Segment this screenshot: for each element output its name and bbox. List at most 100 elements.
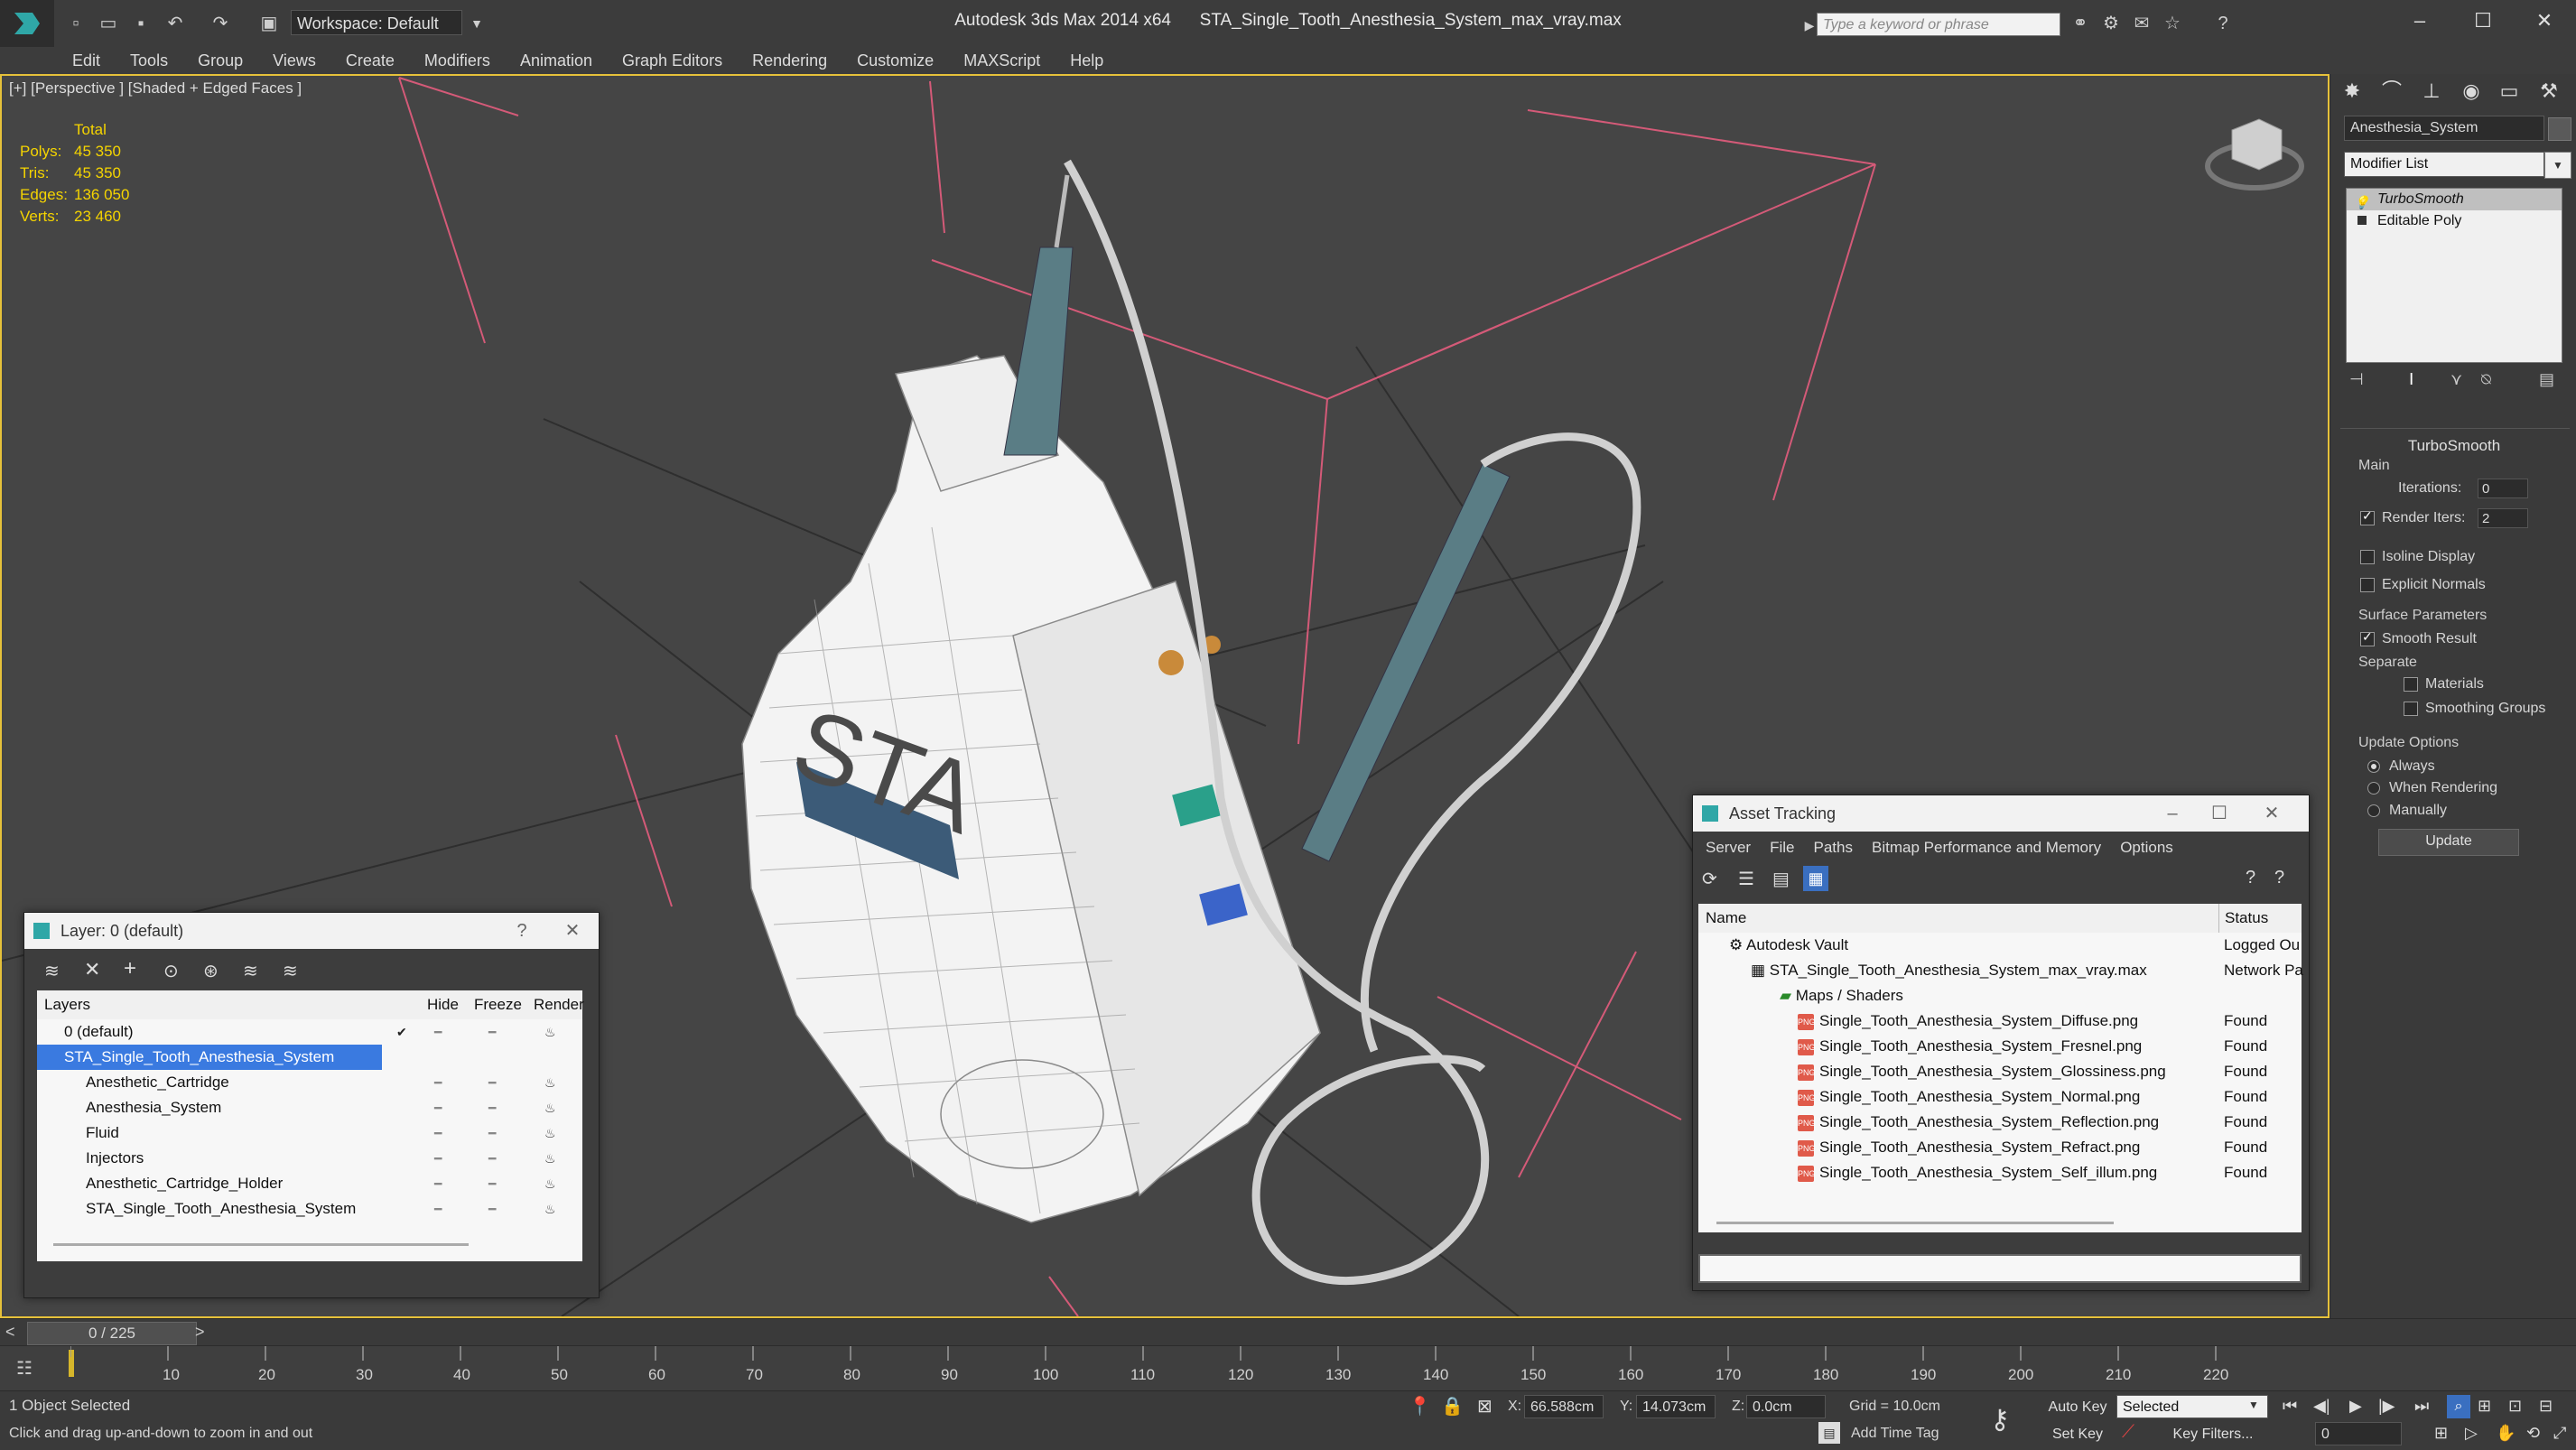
mini-curve-editor-icon[interactable]: ☷: [16, 1357, 33, 1380]
layer-row[interactable]: 0 (default) ✔ ━ ━ ♨: [37, 1019, 582, 1045]
time-config-icon[interactable]: ⊞: [2434, 1424, 2448, 1443]
explicit-normals-checkbox[interactable]: [2360, 577, 2375, 592]
z-coordinate-field[interactable]: 0.0cm: [1746, 1395, 1826, 1418]
smooth-result-checkbox[interactable]: [2360, 629, 2375, 646]
save-file-icon[interactable]: ▪: [128, 11, 153, 36]
asset-row[interactable]: PNG Single_Tooth_Anesthesia_System_Refrac…: [1698, 1135, 2302, 1160]
time-tag-icon[interactable]: ▤: [1818, 1422, 1840, 1444]
active-layer-check-icon[interactable]: ✔: [396, 1019, 407, 1045]
previous-key-icon[interactable]: ◀|: [2313, 1397, 2330, 1416]
when-rendering-option[interactable]: When Rendering: [2367, 780, 2497, 796]
communication-icon[interactable]: ✉: [2129, 11, 2154, 36]
project-folder-icon[interactable]: ▣: [256, 11, 282, 36]
create-layer-icon[interactable]: ≋: [44, 960, 60, 982]
hide-all-icon[interactable]: ≋: [243, 960, 258, 982]
layer-row[interactable]: Anesthesia_System ━ ━ ♨: [37, 1095, 582, 1120]
render-iters-checkbox[interactable]: [2360, 508, 2375, 525]
new-file-icon[interactable]: ▫: [63, 11, 88, 36]
modifier-list-dropdown[interactable]: Modifier List: [2344, 152, 2544, 177]
render-iters-spinner[interactable]: 2: [2478, 508, 2528, 528]
render-teapot-icon[interactable]: ♨: [544, 1019, 556, 1045]
workspace-dropdown[interactable]: Workspace: Default: [291, 10, 462, 35]
column-status[interactable]: Status: [2218, 904, 2268, 933]
key-filters-button[interactable]: Key Filters...: [2158, 1422, 2268, 1447]
default-tangent-icon[interactable]: ⟋: [2122, 1422, 2134, 1443]
horizontal-scrollbar[interactable]: [53, 1243, 469, 1246]
menu-help[interactable]: Help: [1057, 47, 1116, 74]
stack-item-editable-poly[interactable]: Editable Poly: [2347, 210, 2562, 232]
smoothing-groups-option[interactable]: Smoothing Groups: [2404, 701, 2545, 717]
layer-row[interactable]: Fluid ━ ━ ♨: [37, 1120, 582, 1146]
manually-radio[interactable]: [2367, 804, 2380, 817]
remove-modifier-icon[interactable]: ⍉: [2481, 370, 2491, 389]
layer-row[interactable]: Injectors ━ ━ ♨: [37, 1146, 582, 1171]
favorites-star-icon[interactable]: ☆: [2160, 11, 2185, 36]
asset-row[interactable]: PNG Single_Tooth_Anesthesia_System_Glossi…: [1698, 1059, 2302, 1084]
explicit-normals-option[interactable]: Explicit Normals: [2360, 577, 2486, 593]
select-objects-icon[interactable]: ⊙: [163, 960, 179, 982]
binoculars-icon[interactable]: ⚭: [2068, 11, 2093, 36]
chevron-down-icon[interactable]: ▼: [2248, 1399, 2259, 1411]
app-logo[interactable]: [0, 0, 54, 47]
layer-dialog-titlebar[interactable]: Layer: 0 (default) ? ✕: [24, 913, 599, 949]
asset-row[interactable]: PNG Single_Tooth_Anesthesia_System_Reflec…: [1698, 1110, 2302, 1135]
motion-tab-icon[interactable]: ◉: [2456, 76, 2487, 107]
maximize-viewport-icon[interactable]: ⤢: [2553, 1424, 2566, 1443]
menu-create[interactable]: Create: [333, 47, 407, 74]
manually-option[interactable]: Manually: [2367, 803, 2447, 819]
object-color-swatch[interactable]: [2548, 117, 2571, 141]
asset-menu-bitmap[interactable]: Bitmap Performance and Memory: [1865, 834, 2108, 861]
asset-row[interactable]: PNG Single_Tooth_Anesthesia_System_Diffus…: [1698, 1008, 2302, 1034]
create-tab-icon[interactable]: ✸: [2337, 76, 2367, 107]
menu-modifiers[interactable]: Modifiers: [412, 47, 503, 74]
lock-selection-icon[interactable]: 🔒: [1441, 1395, 1464, 1417]
materials-option[interactable]: Materials: [2404, 676, 2484, 692]
menu-customize[interactable]: Customize: [844, 47, 946, 74]
help-icon[interactable]: ?: [501, 913, 543, 949]
isoline-checkbox[interactable]: [2360, 549, 2375, 564]
minimize-icon[interactable]: –: [2388, 0, 2451, 42]
subscription-icon[interactable]: ⚙: [2098, 11, 2124, 36]
menu-tools[interactable]: Tools: [117, 47, 181, 74]
pan-view-icon[interactable]: ✋: [2496, 1424, 2516, 1443]
menu-maxscript[interactable]: MAXScript: [951, 47, 1053, 74]
close-icon[interactable]: ✕: [2513, 0, 2576, 42]
smoothing-groups-checkbox[interactable]: [2404, 701, 2418, 716]
auto-key-button[interactable]: Auto Key: [2042, 1395, 2113, 1420]
table-view-icon[interactable]: ▤: [1772, 868, 1790, 890]
menu-edit[interactable]: Edit: [60, 47, 113, 74]
time-slider-thumb[interactable]: 0 / 225: [27, 1322, 197, 1345]
column-freeze[interactable]: Freeze: [474, 990, 522, 1019]
delete-layer-icon[interactable]: ✕: [84, 958, 100, 981]
next-frame-icon[interactable]: >: [195, 1323, 205, 1342]
asset-menu-paths[interactable]: Paths: [1807, 834, 1860, 861]
object-name-field[interactable]: Anesthesia_System: [2344, 116, 2544, 141]
menu-graph-editors[interactable]: Graph Editors: [609, 47, 735, 74]
list-view-icon[interactable]: ☰: [1738, 868, 1754, 890]
asset-menu-file[interactable]: File: [1762, 834, 1801, 861]
smooth-result-option[interactable]: Smooth Result: [2360, 629, 2477, 647]
iterations-spinner[interactable]: 0: [2478, 479, 2528, 498]
asset-row[interactable]: ▦ STA_Single_Tooth_Anesthesia_System_max…: [1698, 958, 2303, 983]
menu-group[interactable]: Group: [185, 47, 256, 74]
add-to-layer-icon[interactable]: +: [124, 956, 136, 981]
field-of-view-icon[interactable]: ▷: [2465, 1424, 2478, 1443]
hierarchy-tab-icon[interactable]: ⊥: [2416, 76, 2447, 107]
always-option[interactable]: Always: [2367, 758, 2435, 775]
help-icon[interactable]: ?: [2210, 11, 2236, 36]
viewport-label[interactable]: [+] [Perspective ] [Shaded + Edged Faces…: [9, 79, 302, 98]
zoom-all-icon[interactable]: ⊞: [2478, 1397, 2491, 1416]
layer-row[interactable]: STA_Single_Tooth_Anesthesia_System: [37, 1045, 382, 1070]
update-button[interactable]: Update: [2378, 829, 2519, 856]
isoline-display-option[interactable]: Isoline Display: [2360, 549, 2475, 565]
layer-row[interactable]: Anesthetic_Cartridge ━ ━ ♨: [37, 1070, 582, 1095]
close-icon[interactable]: ✕: [2251, 795, 2292, 832]
stack-item-turbosmooth[interactable]: 💡 TurboSmooth: [2347, 189, 2562, 210]
asset-row[interactable]: PNG Single_Tooth_Anesthesia_System_Fresne…: [1698, 1034, 2302, 1059]
next-key-icon[interactable]: |▶: [2378, 1397, 2395, 1416]
add-time-tag[interactable]: Add Time Tag: [1851, 1426, 1939, 1442]
isolate-selection-icon[interactable]: 📍: [1409, 1395, 1431, 1417]
freeze-all-icon[interactable]: ≋: [283, 960, 298, 982]
menu-views[interactable]: Views: [260, 47, 329, 74]
materials-checkbox[interactable]: [2404, 676, 2418, 692]
